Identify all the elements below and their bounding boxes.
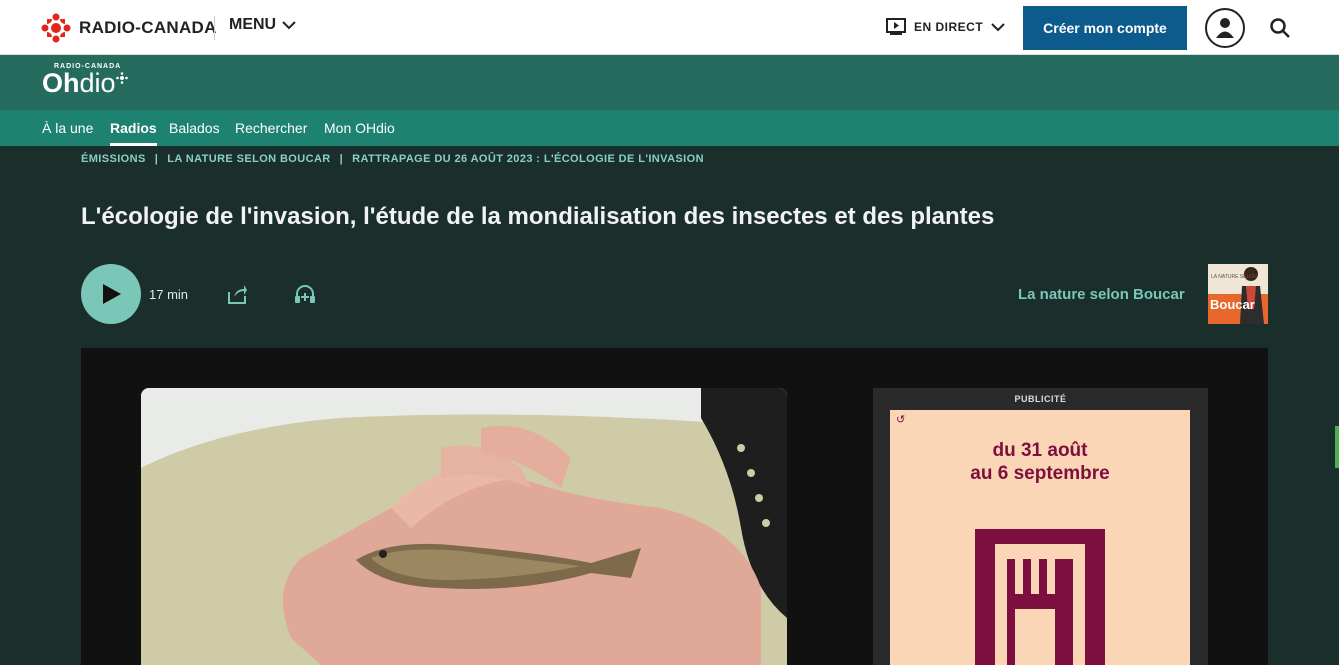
search-icon[interactable] [1269,17,1291,39]
ad-label: PUBLICITÉ [1014,394,1067,404]
headphones-add-icon[interactable] [294,283,316,305]
divider [214,16,215,40]
radio-canada-logo[interactable]: RADIO-CANADA [41,13,217,43]
ohdio-logo[interactable]: RADIO-CANADA Oh dio [42,63,128,97]
show-link[interactable]: La nature selon Boucar [1018,286,1185,303]
ohdio-brand: Oh dio [42,70,128,97]
ohdio-brand-bold: Oh [42,68,80,98]
ad-date-start: du 31 août [992,440,1088,461]
show-thumbnail-big-text: Boucar [1210,297,1255,312]
episode-photo [141,388,787,665]
show-thumbnail-art: LA NATURE SELON Boucar [1208,264,1268,324]
breadcrumb-item[interactable]: ÉMISSIONS [81,153,146,165]
episode-duration: 17 min [149,287,189,302]
main-nav: À la une Radios Balados Rechercher Mon O… [0,110,1339,146]
fish-in-hand-image [141,388,787,665]
chevron-down-icon [991,23,1005,32]
ohdio-header: RADIO-CANADA Oh dio [0,55,1339,110]
menu-label: MENU [229,16,277,33]
play-icon [103,284,121,304]
share-icon[interactable] [226,283,248,305]
user-icon [1216,18,1234,38]
feedback-tab[interactable] [1335,426,1339,468]
ad-date-end: au 6 septembre [970,463,1110,484]
show-thumbnail[interactable]: LA NATURE SELON Boucar [1208,264,1268,324]
live-tv-icon [886,18,906,35]
radio-canada-gem-icon [41,13,71,43]
top-header: RADIO-CANADA MENU EN DIRECT Créer mon co… [0,0,1339,55]
ohdio-brand-light: dio [79,68,116,98]
refresh-icon[interactable]: ↺ [896,413,905,426]
breadcrumb-item[interactable]: RATTRAPAGE DU 26 AOÛT 2023 : L'ÉCOLOGIE … [352,153,704,165]
brand-name: RADIO-CANADA [79,18,217,37]
account-button[interactable] [1205,8,1245,48]
breadcrumb-separator: | [339,153,344,165]
live-label: EN DIRECT [914,20,984,34]
nav-item-rechercher[interactable]: Rechercher [235,110,307,146]
menu-button[interactable]: MENU [229,16,296,34]
nav-item-a-la-une[interactable]: À la une [42,110,93,146]
gem-icon [115,72,128,84]
nav-item-radios[interactable]: Radios [110,110,157,146]
breadcrumb: ÉMISSIONS | LA NATURE SELON BOUCAR | RAT… [81,153,704,165]
page-title: L'écologie de l'invasion, l'étude de la … [81,203,995,230]
ad-banner[interactable]: ↺ du 31 août au 6 septembre [890,410,1190,665]
play-button[interactable] [81,264,141,324]
create-account-button[interactable]: Créer mon compte [1023,6,1187,50]
live-dropdown[interactable]: EN DIRECT [886,18,1005,36]
ad-container: PUBLICITÉ ↺ du 31 août au 6 septembre [873,388,1208,665]
fork-icon [975,529,1105,665]
breadcrumb-separator: | [154,153,159,165]
nav-item-balados[interactable]: Balados [169,110,220,146]
nav-item-mon-ohdio[interactable]: Mon OHdio [324,110,395,146]
breadcrumb-item[interactable]: LA NATURE SELON BOUCAR [167,153,330,165]
chevron-down-icon [282,21,296,30]
show-thumbnail-small-text: LA NATURE SELON [1211,274,1257,280]
